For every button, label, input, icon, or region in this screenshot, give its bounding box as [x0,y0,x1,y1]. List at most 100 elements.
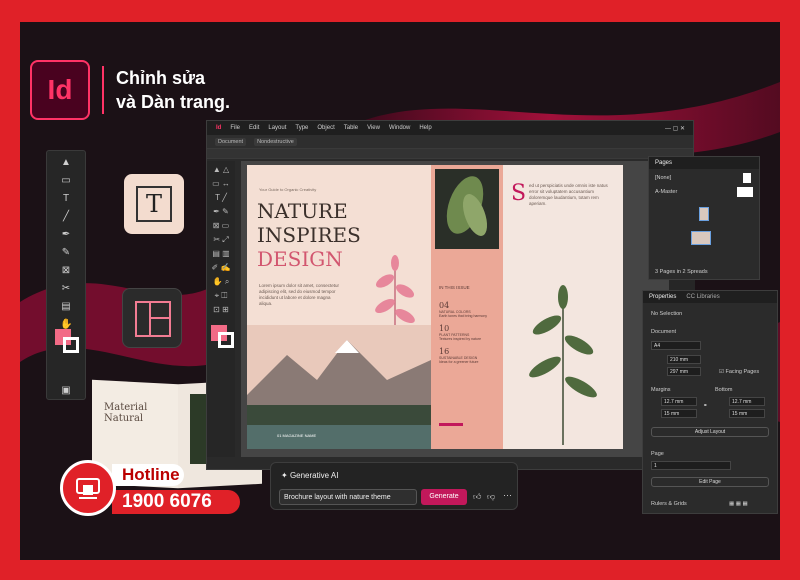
menu-edit[interactable]: Edit [249,125,259,131]
note-tool-icon[interactable]: ✐ ✍ [211,263,231,273]
screen-mode-icon[interactable]: ▣ [60,385,72,397]
indesign-window: Id File Edit Layout Type Object Table Vi… [206,120,695,470]
more-options-icon[interactable]: ⋯ [503,490,512,501]
workspace-dropdown[interactable]: Document [215,137,247,146]
frame-tool-icon[interactable]: ⊠ ▭ [211,221,231,231]
pen-tool-icon[interactable]: ✒ [60,229,72,241]
headline: Chỉnh sửa và Dàn trang. [102,66,230,114]
generative-ai-panel: ✦ Generative AI Brochure layout with nat… [270,462,518,510]
body-text: Lorem ipsum dolor sit amet, consectetur … [259,283,340,306]
rulers-grids-label: Rulers & Grids [651,501,687,507]
sparkle-icon: ✦ [281,471,288,480]
menu-table[interactable]: Table [344,125,358,131]
selection-tool-icon[interactable]: ▲ △ [211,165,231,175]
tab-cc-libraries[interactable]: CC Libraries [686,294,719,300]
app-logo: Id [216,125,222,131]
toc-num: 16 [439,347,450,356]
spread-thumbnail[interactable] [691,231,711,245]
menu-view[interactable]: View [367,125,380,131]
link-margins-icon[interactable]: ⚭ [703,403,708,409]
section-title: IN THIS ISSUE [439,285,470,290]
hotline-number: 1900 6076 [112,490,240,514]
margin-left-field[interactable]: 15 mm [661,409,697,418]
page-tool-icon[interactable]: ▭ ↔ [211,179,231,189]
toc-num: 04 [439,301,450,310]
width-field[interactable]: 210 mm [667,355,701,364]
headline-line1: Chỉnh sửa [116,68,206,88]
gradient-tool-icon[interactable]: ▤ [60,301,72,313]
edit-page-button[interactable]: Edit Page [651,477,769,487]
generate-button[interactable]: Generate [421,489,467,505]
headline-line2: và Dàn trang. [116,92,231,112]
menu-object[interactable]: Object [317,125,334,131]
page-size-select[interactable]: A4 [651,341,701,350]
type-tile: T [124,174,184,234]
scissors-tool-icon[interactable]: ✂ [60,283,72,295]
page-thumbnail[interactable] [699,207,709,221]
none-master[interactable]: [None] [655,175,671,181]
menu-type[interactable]: Type [295,125,308,131]
hotline-label: Hotline [112,464,184,486]
menu-file[interactable]: File [230,125,240,131]
mountain-photo [247,325,431,449]
none-thumbnail [743,173,751,183]
scissors-tool-icon[interactable]: ✂ ⤢ [211,235,231,245]
pages-panel: Pages [None] A-Master 3 Pages in 2 Sprea… [648,156,760,280]
toc-list: 04 NATURAL COLORS Earth tones that bring… [439,301,495,364]
type-tool-icon[interactable]: T ╱ [211,193,231,203]
pages-panel-tab[interactable]: Pages [649,157,759,169]
facing-pages-label: Facing Pages [725,369,760,375]
hand-tool-icon[interactable]: ✋ ⌕ [211,277,231,287]
master-thumbnail [737,187,753,197]
margin-top-field[interactable]: 12.7 mm [661,397,697,406]
right-body-text: ed ut perspiciatis unde omnis iste natus… [529,183,608,206]
stroke-swatch[interactable] [63,337,79,353]
tools-panel: ▲ △ ▭ ↔ T ╱ ✒ ✎ ⊠ ▭ ✂ ⤢ ▤ ▥ ✐ ✍ ✋ ⌕ ⌖ ◫ … [207,161,235,457]
banner-frame: Id Chỉnh sửa và Dàn trang. ▲ ▭ T ╱ ✒ ✎ ⊠… [20,22,780,560]
page-number-field[interactable]: 1 [651,461,731,470]
stroke-swatch[interactable] [218,332,234,348]
magazine-footer: 01 MAGAZINE NAME [277,433,317,438]
selection-tool-icon[interactable]: ▲ [60,157,72,169]
measure-tool-icon[interactable]: ⊡ ⊞ [211,305,231,315]
drop-cap: S [511,181,527,206]
margin-right-field[interactable]: 15 mm [729,409,765,418]
menu-window[interactable]: Window [389,125,410,131]
height-field[interactable]: 297 mm [667,367,701,376]
line-tool-icon[interactable]: ╱ [60,211,72,223]
properties-panel: Properties CC Libraries No Selection Doc… [642,290,778,514]
eyedropper-tool-icon[interactable]: ⌖ ◫ [211,291,231,301]
grid-layout-icon [135,301,171,337]
window-controls[interactable]: — ▢ ✕ [665,125,685,132]
eyebrow-text: Your Guide to Organic Creativity [259,187,317,192]
hotline-badge[interactable]: Hotline 1900 6076 [60,456,240,520]
prompt-input[interactable]: Brochure layout with nature theme [279,489,417,505]
a-master[interactable]: A-Master [655,189,677,195]
pen-tool-icon[interactable]: ✒ ✎ [211,207,231,217]
grid-icons[interactable]: ▦ ▦ ▦ [729,501,748,507]
toc-desc: Earth tones that bring harmony [439,314,488,318]
gradient-tool-icon[interactable]: ▤ ▥ [211,249,231,259]
type-tool-icon[interactable]: T [60,193,72,205]
company-logo-icon [60,460,116,516]
document-label: Document [651,329,677,335]
menu-layout[interactable]: Layout [268,125,286,131]
layout-tile [122,288,182,348]
page-center: IN THIS ISSUE 04 NATURAL COLORS Earth to… [431,165,503,449]
rectangle-frame-tool-icon[interactable]: ⊠ [60,265,72,277]
tab-properties[interactable]: Properties [649,294,676,300]
page-label: Page [651,451,664,457]
thumbs-up-icon[interactable]: 👍︎ [473,492,481,502]
document-canvas[interactable]: Your Guide to Organic Creativity NATURE … [241,161,687,457]
thumbs-down-icon[interactable]: 👎︎ [487,492,495,502]
selection-status: No Selection [651,311,683,317]
page-tool-icon[interactable]: ▭ [60,175,72,187]
adjust-layout-button[interactable]: Adjust Layout [651,427,769,437]
title-line1: NATURE [257,199,348,223]
pencil-tool-icon[interactable]: ✎ [60,247,72,259]
mode-dropdown[interactable]: Nondestructive [254,137,297,146]
gen-ai-title: ✦ Generative AI [281,471,338,480]
facing-pages-checkbox[interactable]: ☑ Facing Pages [719,369,759,375]
margin-bottom-field[interactable]: 12.7 mm [729,397,765,406]
menu-help[interactable]: Help [419,125,431,131]
